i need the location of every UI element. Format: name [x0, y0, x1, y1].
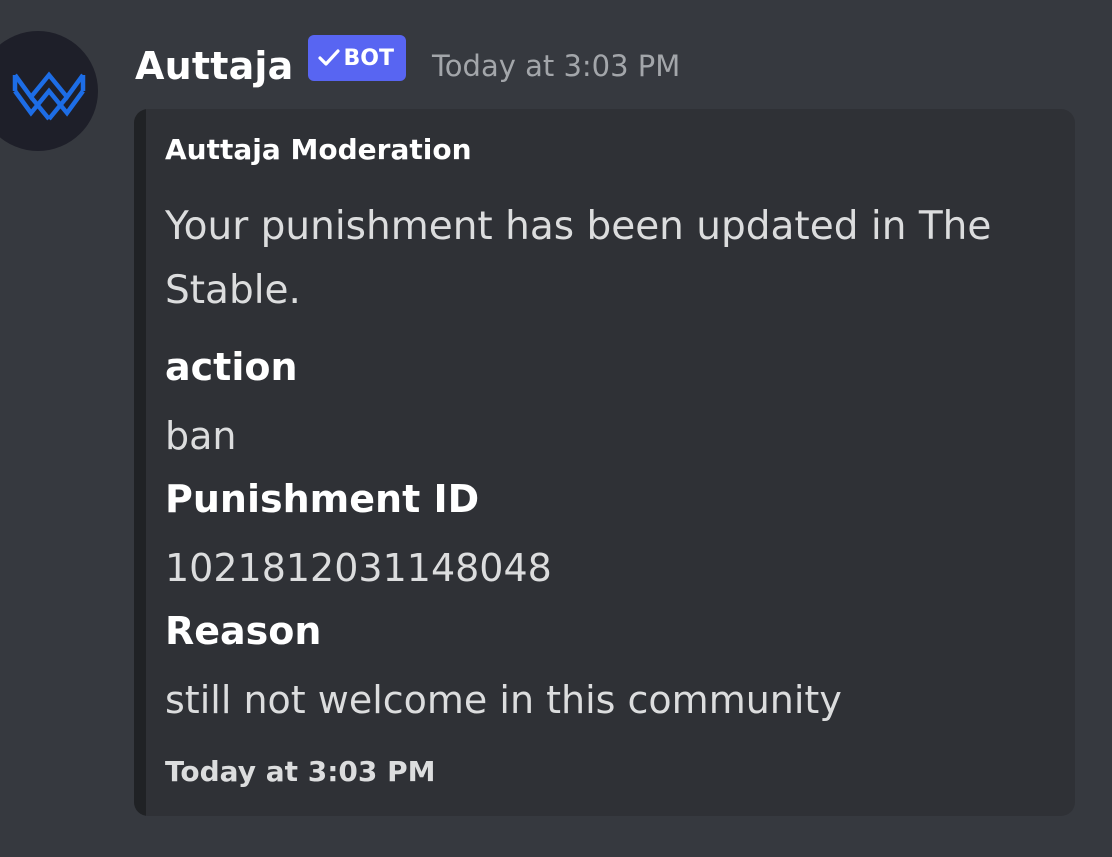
- message-header: Auttaja BOT Today at 3:03 PM: [135, 34, 680, 98]
- bot-badge-label: BOT: [343, 45, 394, 71]
- crown-logo-icon: [12, 71, 86, 121]
- avatar[interactable]: [0, 31, 98, 151]
- embed-field-value-reason: still not welcome in this community: [165, 678, 842, 722]
- embed-field-value-action: ban: [165, 414, 237, 458]
- embed: Auttaja Moderation Your punishment has b…: [134, 109, 1075, 816]
- embed-field-name-reason: Reason: [165, 609, 322, 653]
- embed-field-value-punishment-id: 1021812031148048: [165, 546, 552, 590]
- embed-color-bar: [134, 109, 146, 816]
- chat-message: Auttaja BOT Today at 3:03 PM Auttaja Mod…: [0, 0, 1112, 857]
- username[interactable]: Auttaja: [135, 44, 294, 88]
- embed-footer-timestamp: Today at 3:03 PM: [165, 755, 436, 788]
- embed-description: Your punishment has been updated in The …: [165, 204, 992, 313]
- embed-field-name-action: action: [165, 345, 298, 389]
- embed-author: Auttaja Moderation: [165, 133, 472, 166]
- bot-badge: BOT: [307, 35, 406, 81]
- embed-field-name-punishment-id: Punishment ID: [165, 477, 480, 521]
- checkmark-icon: [317, 49, 340, 66]
- message-timestamp[interactable]: Today at 3:03 PM: [432, 49, 680, 83]
